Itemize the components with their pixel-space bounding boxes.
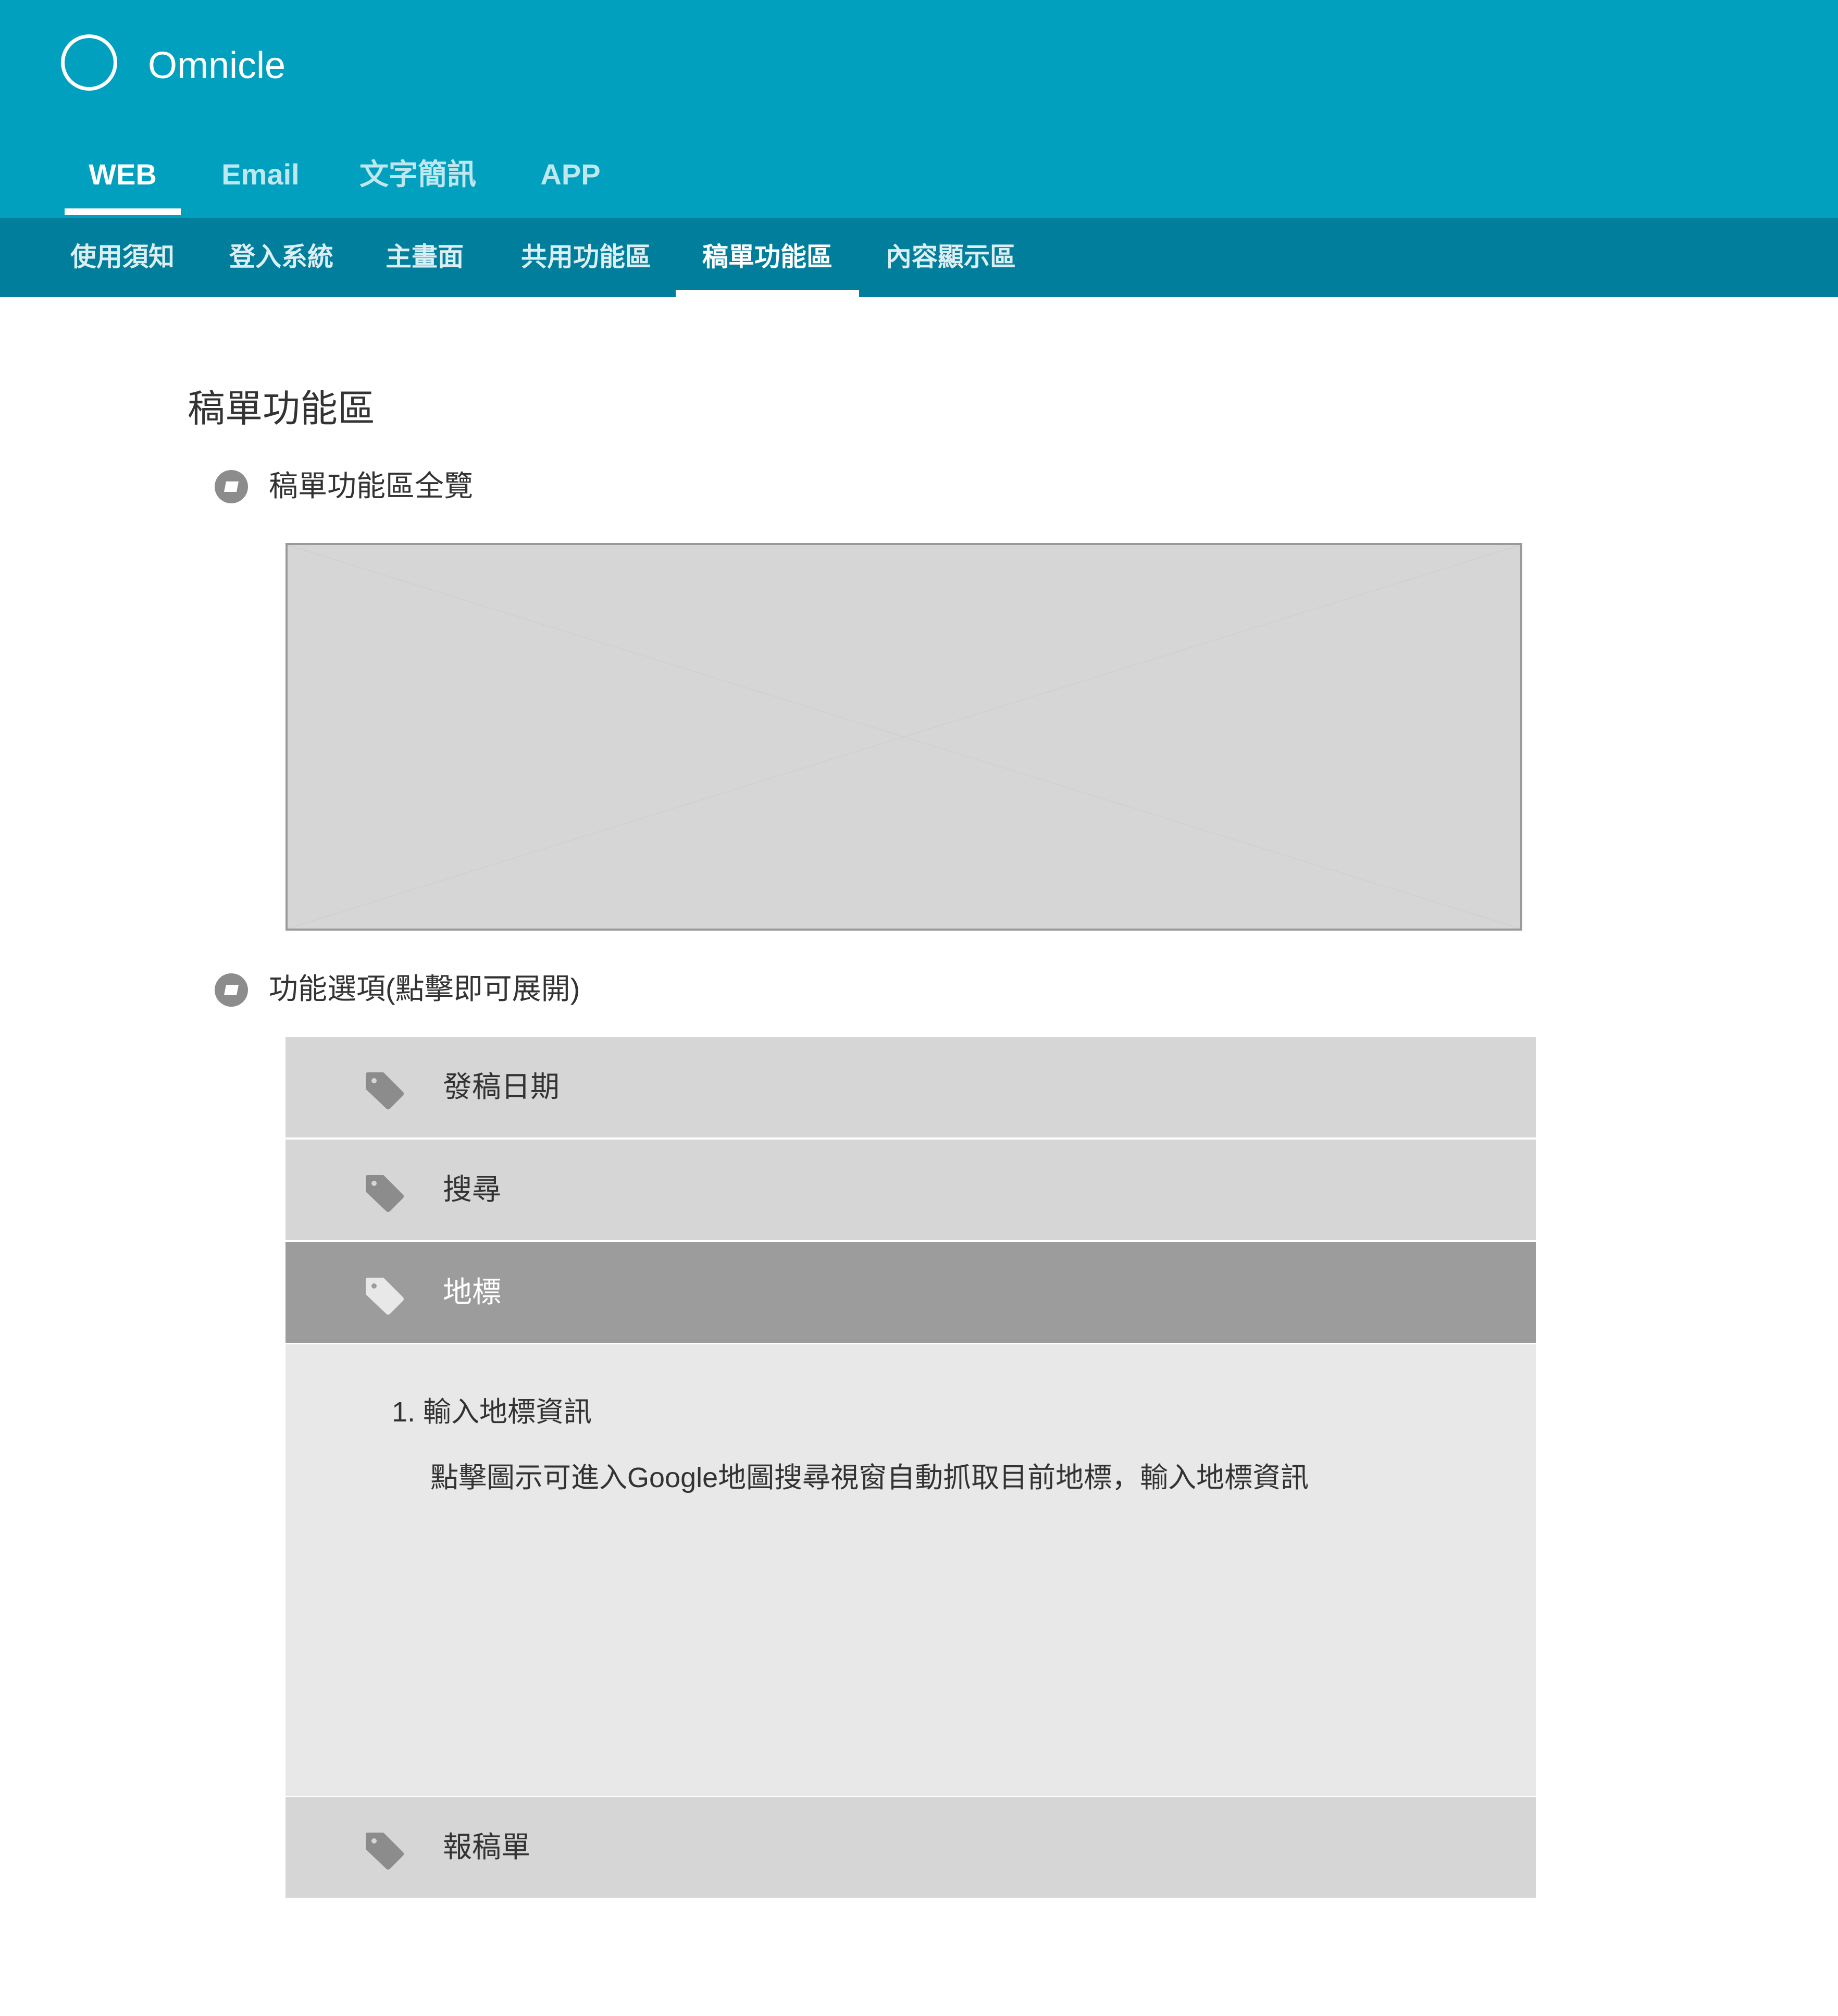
active-tab-indicator [65,208,181,215]
tag-icon [366,1278,404,1315]
tag-icon [366,1833,404,1870]
accordion-item-publish-date[interactable]: 發稿日期 [285,1037,1536,1137]
disc-bullet-icon [215,470,248,503]
accordion-item-label: 報稿單 [443,1831,530,1863]
tab-sms[interactable]: 文字簡訊 [354,149,481,201]
subtab-content-display[interactable]: 內容顯示區 [880,218,1021,296]
subtab-manuscript-functions[interactable]: 稿單功能區 [676,218,859,296]
accordion-panel-landmark: 1. 輸入地標資訊 點擊圖示可進入Google地圖搜尋視窗自動抓取目前地標，輸入… [285,1344,1536,1796]
subtab-usage-notes[interactable]: 使用須知 [63,218,182,296]
accordion-item-search[interactable]: 搜尋 [285,1140,1536,1240]
accordion-item-label: 地標 [443,1276,501,1308]
tab-web[interactable]: WEB [65,149,181,201]
overview-image-placeholder [285,543,1522,931]
subtab-login[interactable]: 登入系統 [221,218,341,296]
page-title: 稿單功能區 [188,388,376,430]
options-section-label: 功能選項(點擊即可展開) [269,972,580,1005]
subtab-shared-functions[interactable]: 共用功能區 [511,218,662,296]
accordion-item-label: 搜尋 [443,1173,501,1206]
tag-icon [366,1175,404,1212]
detail-step-description: 點擊圖示可進入Google地圖搜尋視窗自動抓取目前地標，輸入地標資訊 [430,1462,1309,1493]
disc-bullet-icon [215,973,248,1007]
detail-step-title: 1. 輸入地標資訊 [392,1396,592,1428]
subtab-home[interactable]: 主畫面 [380,218,469,296]
accordion-item-label: 發稿日期 [443,1070,560,1103]
tag-icon [366,1072,404,1109]
tab-app[interactable]: APP [526,149,615,201]
accordion-item-report-form[interactable]: 報稿單 [285,1797,1536,1898]
overview-section-label: 稿單功能區全覽 [269,469,473,502]
accordion-item-landmark[interactable]: 地標 [285,1242,1536,1343]
active-subtab-indicator [676,290,859,297]
circle-logo-icon[interactable] [61,34,117,91]
app-name: Omnicle [148,45,286,86]
tab-email[interactable]: Email [208,149,313,201]
